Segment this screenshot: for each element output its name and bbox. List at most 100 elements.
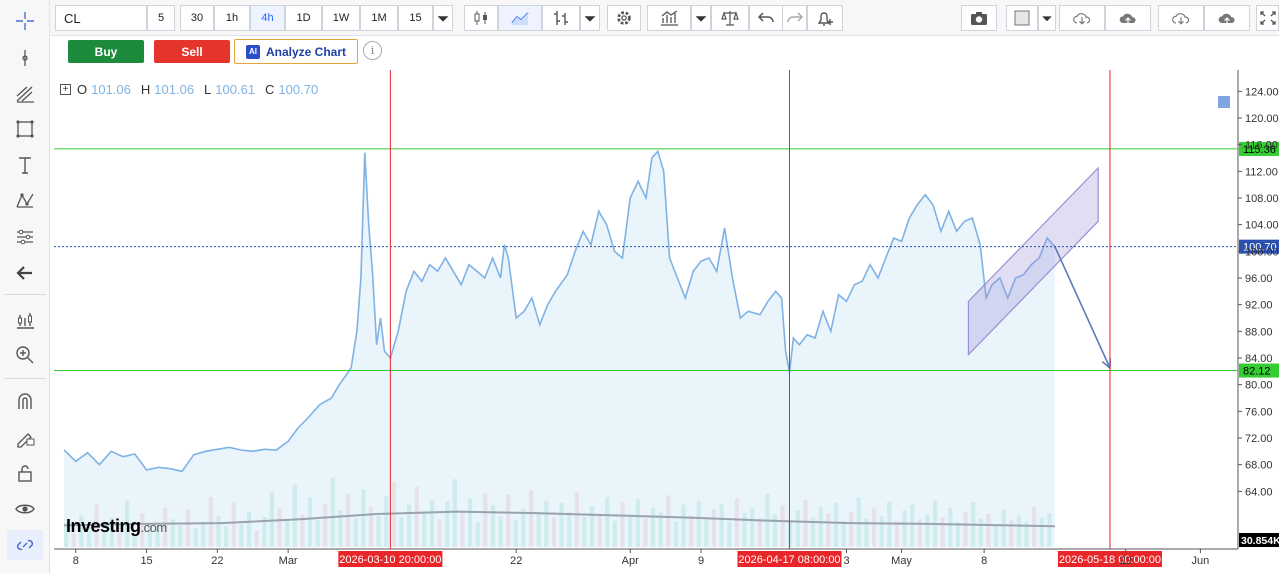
text-tool-icon[interactable] [7,150,43,180]
candles-icon[interactable] [464,5,498,31]
fib-tool-icon[interactable] [7,79,43,109]
price-chart[interactable]: 115.3682.12100.702026-03-10 20:00:00 2026… [54,70,1279,573]
camera-icon[interactable] [961,5,997,31]
time-axis-label: 9 [698,555,704,567]
fullscreen-icon[interactable] [1256,5,1279,31]
projection-tool-icon[interactable] [7,222,43,252]
indicators-icon[interactable] [647,5,691,31]
time-axis-label: Jun [1192,555,1210,567]
open-label: O [77,82,88,97]
unlock-icon[interactable] [7,458,43,488]
price-axis-label: 100.00 [1245,246,1279,258]
timeframe-5[interactable]: 5 [147,5,175,31]
bars-icon[interactable] [542,5,580,31]
buy-button[interactable]: Buy [68,40,144,63]
color-dropdown-icon[interactable] [1038,5,1056,31]
chart-app: 5 30 1h 4h 1D 1W 1M 15 [0,0,1279,573]
time-axis-label: 22 [510,555,522,567]
crosshair-icon[interactable] [7,6,43,36]
cloud-upload-icon[interactable] [1105,5,1151,31]
time-axis-label: 22 [1120,555,1132,567]
timeframe-30[interactable]: 30 [180,5,214,31]
timeframe-1h[interactable]: 1h [214,5,250,31]
timeframe-15[interactable]: 15 [398,5,433,31]
price-axis-label: 64.00 [1245,486,1273,498]
time-axis-label: 15 [140,555,152,567]
price-axis-label: 124.00 [1245,86,1279,98]
lock-drawings-icon[interactable] [7,422,43,452]
time-axis-label: 8 [981,555,987,567]
price-axis-label: 88.00 [1245,326,1273,338]
price-axis-label: 120.00 [1245,113,1279,125]
close-label: C [265,82,275,97]
scale-settings-icon [1218,96,1230,108]
price-axis-label: 68.00 [1245,460,1273,472]
timeframe-4h[interactable]: 4h [250,5,285,31]
time-axis-label: Apr [622,555,639,567]
timeframe-1w[interactable]: 1W [322,5,360,31]
investing-logo: Investing.com [66,516,167,536]
open-value: 101.06 [91,82,131,97]
analyze-chart-button[interactable]: AI Analyze Chart [234,39,358,64]
volume-axis-label: 30.854K [1241,535,1279,547]
indicator-template-icon[interactable] [7,305,43,335]
color-swatch-icon[interactable] [1006,5,1038,31]
trend-line-icon[interactable] [7,43,43,73]
time-axis-label: 8 [73,555,79,567]
sell-button[interactable]: Sell [154,40,230,63]
price-axis-label: 112.00 [1245,166,1278,178]
eye-icon[interactable] [7,494,43,524]
time-axis-label: Mar [279,555,298,567]
link-icon[interactable] [7,530,43,560]
price-axis-label: 72.00 [1245,433,1273,445]
low-value: 100.61 [215,82,256,97]
indicators-dropdown-icon[interactable] [691,5,711,31]
line-chart-icon[interactable] [498,5,542,31]
vertical-line-time-label: 2026-03-10 20:00:00 [339,554,441,566]
info-icon[interactable]: i [363,41,382,60]
analyze-chart-label: Analyze Chart [265,44,347,59]
close-value: 100.70 [278,82,319,97]
price-axis-label: 80.00 [1245,380,1273,392]
redo-icon[interactable] [783,5,807,31]
price-axis-label: 76.00 [1245,406,1273,418]
timeframe-1d[interactable]: 1D [285,5,322,31]
time-axis-label: 22 [211,555,223,567]
top-toolbar: 5 30 1h 4h 1D 1W 1M 15 [50,0,1279,36]
cloud-download-icon[interactable] [1158,5,1204,31]
symbol-input[interactable] [55,5,147,31]
price-axis-label: 96.00 [1245,273,1273,285]
chart-area[interactable]: 115.36 82.12 100.70 2026-03-10 20:00:00 2026… [54,70,1279,573]
timeframe-1m[interactable]: 1M [360,5,398,31]
pattern-tool-icon[interactable] [7,186,43,216]
vertical-line-time-label: 2026-05-18 00:00:00 [1059,554,1161,566]
rectangle-icon[interactable] [7,114,43,144]
compare-icon[interactable] [711,5,749,31]
ohlc-legend: + O 101.06 H 101.06 L 100.61 C 100.70 [60,82,324,97]
price-area [64,151,1055,548]
price-axis-label: 84.00 [1245,353,1273,365]
legend-toggle-icon[interactable]: + [60,84,71,95]
high-value: 101.06 [154,82,195,97]
time-axis-label: 3 [843,555,849,567]
vertical-line-time-label: 2026-04-17 08:00:00 [738,554,840,566]
high-label: H [140,82,151,97]
magnet-icon[interactable] [7,386,43,416]
zoom-in-icon[interactable] [7,340,43,370]
timeframe-dropdown-icon[interactable] [433,5,453,31]
ai-icon: AI [245,44,260,59]
horizontal-line-price-label: 82.12 [1243,366,1271,378]
low-label: L [204,82,212,97]
add-alert-icon[interactable] [807,5,843,31]
cloud-upload-icon[interactable] [1204,5,1250,31]
arrow-drawing [1054,246,1111,369]
settings-icon[interactable] [607,5,641,31]
undo-icon[interactable] [749,5,783,31]
cloud-download-icon[interactable] [1059,5,1105,31]
drawing-toolbar [0,0,50,573]
price-axis-label: 108.00 [1245,193,1279,205]
arrow-left-icon[interactable] [7,258,43,288]
trade-bar: Buy Sell AI Analyze Chart i [50,36,1279,70]
price-axis-label: 92.00 [1245,300,1273,312]
chart-type-dropdown-icon[interactable] [580,5,600,31]
